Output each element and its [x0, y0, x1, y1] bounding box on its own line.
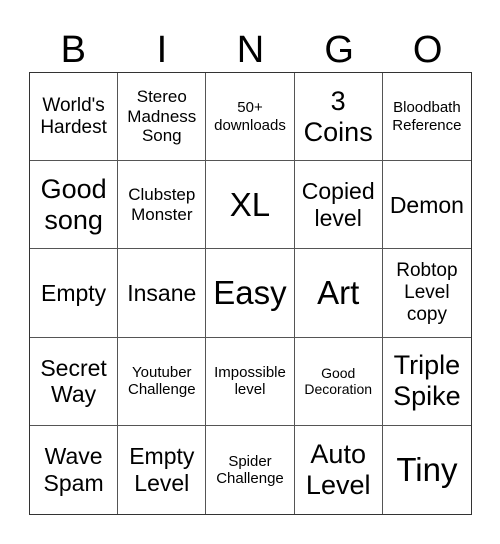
bingo-cell[interactable]: Clubstep Monster — [118, 161, 207, 250]
bingo-grid: World's Hardest Stereo Madness Song 50+ … — [29, 72, 472, 515]
bingo-cell[interactable]: Copied level — [294, 161, 383, 250]
bingo-cell[interactable]: Secret Way — [30, 337, 119, 426]
header-letter-b: B — [60, 29, 86, 71]
header-letter-i: I — [156, 29, 168, 71]
bingo-cell[interactable]: 50+ downloads — [206, 73, 295, 162]
bingo-cell[interactable]: Easy — [206, 249, 295, 338]
bingo-cell[interactable]: Robtop Level copy — [382, 249, 471, 338]
bingo-cell[interactable]: XL — [206, 161, 295, 250]
bingo-cell[interactable]: Auto Level — [295, 425, 383, 514]
bingo-cell[interactable]: Good song — [30, 161, 119, 250]
bingo-cell[interactable]: Demon — [382, 161, 471, 250]
header-letter-g: G — [324, 29, 354, 71]
bingo-cell[interactable]: Wave Spam — [30, 425, 119, 514]
header-letter-o: O — [412, 29, 443, 71]
bingo-cell[interactable]: Empty — [30, 249, 119, 338]
bingo-cell[interactable]: Bloodbath Reference — [382, 73, 471, 162]
bingo-cell[interactable]: Art — [294, 249, 383, 338]
bingo-cell[interactable]: Stereo Madness Song — [118, 73, 207, 162]
bingo-cell[interactable]: Tiny — [383, 426, 471, 514]
bingo-cell[interactable]: Impossible level — [206, 337, 295, 426]
bingo-cell[interactable]: 3 Coins — [294, 73, 383, 162]
bingo-cell[interactable]: Youtuber Challenge — [118, 337, 207, 426]
bingo-cell[interactable]: Empty Level — [118, 425, 207, 514]
header-letter-n: N — [236, 29, 265, 71]
bingo-cell[interactable]: Spider Challenge — [206, 425, 295, 514]
bingo-cell[interactable]: Triple Spike — [382, 338, 471, 426]
bingo-cell[interactable]: World's Hardest — [30, 73, 119, 162]
bingo-header: B I N G O — [29, 30, 472, 70]
bingo-cell[interactable]: Good Decoration — [294, 337, 383, 426]
bingo-cell[interactable]: Insane — [118, 249, 207, 338]
